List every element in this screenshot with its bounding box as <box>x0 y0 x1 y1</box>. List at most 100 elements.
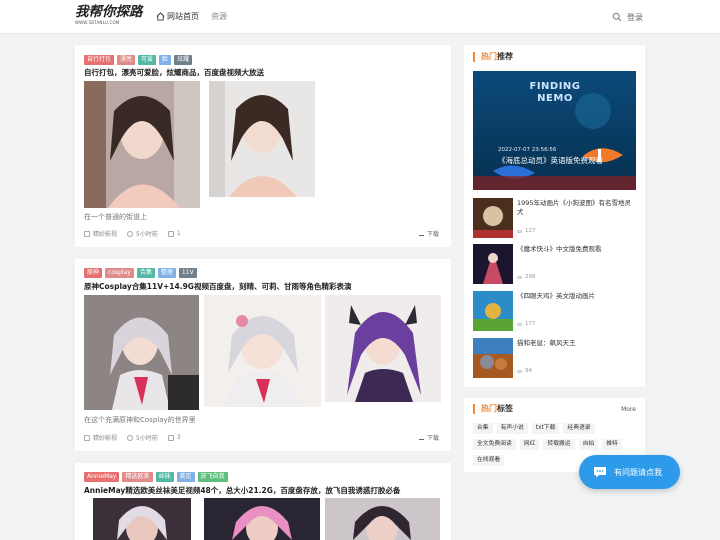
featured-caption: 《海底总动员》英语版免费观看 <box>498 156 603 165</box>
likes[interactable]: 1 <box>167 230 181 237</box>
post-tag[interactable]: 美足 <box>176 472 195 482</box>
hot-item-views: 94 <box>517 368 532 374</box>
hot-item-views: 127 <box>517 228 536 234</box>
hot-list-item[interactable]: 《魔术快斗》中文版免费观看 298 <box>473 244 637 284</box>
main-nav: 网站首页 资源 <box>156 11 239 22</box>
post-tag[interactable]: 炫耀 <box>174 55 193 65</box>
hot-item-title: 《四眼天鸡》英文版动画片 <box>517 292 595 300</box>
post-time: 5小时前 <box>127 229 158 238</box>
author[interactable]: 精妙影视 <box>84 229 117 238</box>
download-link[interactable]: 下载 <box>418 229 439 238</box>
featured-date: 2022-07-07 23:56:56 <box>498 147 557 153</box>
hot-list-item[interactable]: 猫和老鼠：飙风天王 94 <box>473 338 637 378</box>
thumb-up-icon <box>167 230 174 237</box>
download-icon <box>418 231 424 236</box>
post-title[interactable]: 原神Cosplay合集11V+14.9G视频百度盘，刻晴、可莉、甘雨等角色精彩表… <box>84 281 351 292</box>
hot-thumb <box>473 198 513 238</box>
post-card: AnnieMay 精选欧美 丝袜 美足 放飞自我 AnnieMay精选欧美丝袜美… <box>75 463 451 540</box>
post-tag[interactable]: AnnieMay <box>84 472 120 482</box>
title-highlight: 热门 <box>481 404 497 413</box>
post-title[interactable]: AnnieMay精选欧美丝袜美足视频48个，总大小21.2G，百度盘存放，放飞自… <box>84 485 400 496</box>
post-tag[interactable]: 精选欧美 <box>122 472 153 482</box>
hot-thumb <box>473 244 513 284</box>
poster-title: FINDING NEMO <box>529 81 581 104</box>
hot-item-title: 《魔术快斗》中文版免费观看 <box>517 245 602 253</box>
logo-url: WWW.5BTANLU.COM <box>75 20 120 25</box>
post-image[interactable] <box>84 81 200 208</box>
more-link[interactable]: More <box>621 406 636 413</box>
likes[interactable]: 3 <box>167 434 181 441</box>
featured-post[interactable]: FINDING NEMO 2022-07-07 23:56:56 《海底总动员》… <box>473 71 636 190</box>
post-tag[interactable]: 原神 <box>84 268 103 278</box>
post-time-text: 5小时前 <box>136 435 158 442</box>
post-tag[interactable]: 丝袜 <box>155 472 174 482</box>
tag-link[interactable]: 自拍 <box>578 439 599 450</box>
tag-link[interactable]: 网红 <box>519 439 540 450</box>
post-image[interactable] <box>325 295 441 402</box>
post-card: 原神 cosplay 合集 整理 11V 原神Cosplay合集11V+14.9… <box>75 259 451 451</box>
nav-label: 网站首页 <box>167 12 199 21</box>
tag-link[interactable]: 有声小说 <box>496 423 528 434</box>
eye-icon <box>517 275 522 279</box>
post-description: 在这个充满原神和Cosplay的世界里 <box>84 416 196 424</box>
eye-icon <box>517 322 522 326</box>
post-tag[interactable]: 整理 <box>157 268 176 278</box>
likes-count: 1 <box>176 230 181 237</box>
post-tags: 原神 cosplay 合集 整理 11V <box>84 268 200 278</box>
view-count: 94 <box>525 368 532 374</box>
post-tag[interactable]: cosplay <box>105 268 134 278</box>
post-tag[interactable]: 脸 <box>159 55 172 65</box>
post-image[interactable] <box>325 498 440 540</box>
nav-item-resources[interactable]: 资源 <box>211 11 227 22</box>
author-name: 精妙影视 <box>93 435 118 442</box>
post-time: 5小时前 <box>127 433 158 442</box>
post-tag[interactable]: 自行打包 <box>84 55 115 65</box>
widget-title: 热门标签 <box>473 404 513 414</box>
hot-thumb <box>473 338 513 378</box>
post-tag[interactable]: 漂亮 <box>117 55 136 65</box>
tag-link[interactable]: 推特 <box>602 439 622 450</box>
title-rest: 推荐 <box>497 52 513 61</box>
nav-item-home[interactable]: 网站首页 <box>156 11 199 22</box>
post-tag[interactable]: 11V <box>178 268 197 278</box>
hot-list-item[interactable]: 1995年动画片《小狗波图》有名雪地灵犬 127 <box>473 198 637 238</box>
post-image[interactable] <box>204 295 321 407</box>
post-image[interactable] <box>93 498 191 540</box>
hot-list-item[interactable]: 《四眼天鸡》英文版动画片 177 <box>473 291 637 331</box>
tag-link[interactable]: 转载搬运 <box>543 439 575 450</box>
post-image[interactable] <box>204 498 320 540</box>
ask-question-button[interactable]: 有问题请点我 <box>579 455 680 489</box>
post-tags: AnnieMay 精选欧美 丝袜 美足 放飞自我 <box>84 472 231 482</box>
clock-icon <box>127 230 134 237</box>
title-rest: 标签 <box>497 404 513 413</box>
tag-link[interactable]: txt下载 <box>531 423 560 434</box>
post-tag[interactable]: 放飞自我 <box>197 472 228 482</box>
post-meta: 精妙影视 5小时前 3 <box>84 433 191 442</box>
tag-link[interactable]: 合集 <box>473 423 493 434</box>
download-link[interactable]: 下载 <box>418 433 439 442</box>
login-link[interactable]: 登录 <box>627 12 643 23</box>
download-icon <box>418 435 424 440</box>
post-image[interactable] <box>84 295 199 410</box>
tag-link[interactable]: 全文免费阅读 <box>473 439 516 450</box>
nav-label: 资源 <box>211 12 227 21</box>
author[interactable]: 精妙影视 <box>84 433 117 442</box>
hot-item-views: 298 <box>517 274 536 280</box>
eye-icon <box>517 369 522 373</box>
clock-icon <box>127 434 134 441</box>
tag-link[interactable]: 在线观看 <box>473 455 505 466</box>
hot-thumb <box>473 291 513 331</box>
site-logo[interactable]: 我帮你探路 WWW.5BTANLU.COM <box>75 5 150 29</box>
hot-item-title: 1995年动画片《小狗波图》有名雪地灵犬 <box>517 199 632 216</box>
hot-recommend-widget: 热门推荐 FINDING NEMO 2022-07-07 23:56:56 《海… <box>464 45 645 387</box>
post-title[interactable]: 自行打包，漂亮可爱脸，炫耀商品，百度盘视频大放送 <box>84 67 264 78</box>
search-icon[interactable] <box>612 12 622 22</box>
post-description: 在一个普通的街道上 <box>84 213 147 221</box>
post-tag[interactable]: 可爱 <box>138 55 157 65</box>
post-tag[interactable]: 合集 <box>136 268 155 278</box>
logo-text: 我帮你探路 <box>75 4 143 20</box>
likes-count: 3 <box>176 434 181 441</box>
post-image[interactable] <box>209 81 315 197</box>
post-card: 自行打包 漂亮 可爱 脸 炫耀 自行打包，漂亮可爱脸，炫耀商品，百度盘视频大放送… <box>75 45 451 247</box>
tag-link[interactable]: 经典语录 <box>563 423 595 434</box>
